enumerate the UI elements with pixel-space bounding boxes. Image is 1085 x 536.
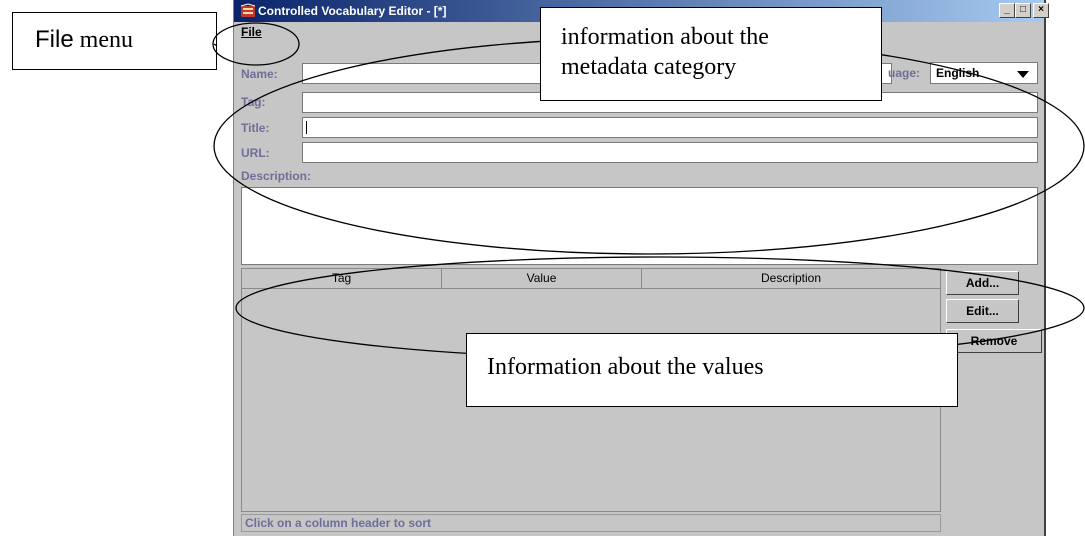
file-menu-pointer xyxy=(213,43,218,47)
values-callout: Information about the values xyxy=(466,333,958,407)
file-menu-ellipse xyxy=(212,22,300,66)
metadata-callout-line1: information about the xyxy=(561,24,769,50)
values-callout-text: Information about the values xyxy=(487,354,764,380)
metadata-callout: information about the metadata category xyxy=(540,7,882,101)
metadata-callout-line2: metadata category xyxy=(561,54,737,80)
